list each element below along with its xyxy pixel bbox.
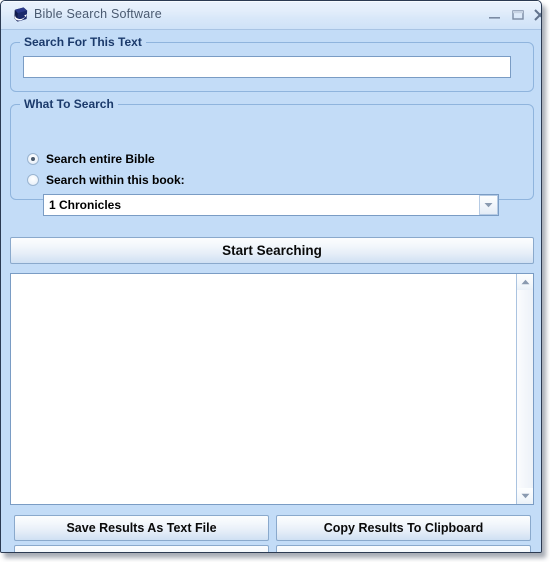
results-textarea[interactable] (11, 274, 516, 504)
window-title: Bible Search Software (34, 7, 162, 21)
search-text-legend: Search For This Text (20, 35, 146, 49)
copy-results-button[interactable]: Copy Results To Clipboard (276, 515, 531, 541)
client-area: Search For This Text What To Search Sear… (1, 30, 541, 552)
what-to-search-legend: What To Search (20, 97, 118, 111)
results-scrollbar[interactable] (516, 274, 533, 504)
radio-search-entire-bible-label: Search entire Bible (46, 152, 155, 166)
book-select-value: 1 Chronicles (49, 198, 122, 212)
results-panel (10, 273, 534, 505)
radio-button-selected-icon (27, 153, 39, 165)
close-icon[interactable] (531, 6, 541, 24)
chevron-down-icon[interactable] (479, 195, 498, 215)
book-select[interactable]: 1 Chronicles (43, 194, 499, 216)
clear-search-label: Clear Search (103, 551, 179, 552)
save-results-label: Save Results As Text File (66, 521, 217, 535)
radio-search-entire-bible[interactable]: Search entire Bible (27, 151, 155, 167)
radio-button-unselected-icon (27, 174, 39, 186)
radio-search-within-book[interactable]: Search within this book: (27, 172, 185, 188)
help-label: Help (390, 551, 417, 552)
minimize-icon[interactable] (486, 6, 504, 24)
application-window: Bible Search Software Search For This Te… (0, 0, 542, 553)
scrollbar-track[interactable] (517, 290, 533, 488)
save-results-button[interactable]: Save Results As Text File (14, 515, 269, 541)
scroll-down-arrow-icon[interactable] (517, 488, 533, 504)
scroll-up-arrow-icon[interactable] (517, 274, 533, 290)
bible-book-icon (12, 6, 30, 24)
copy-results-label: Copy Results To Clipboard (323, 521, 484, 535)
title-bar[interactable]: Bible Search Software (1, 1, 541, 30)
maximize-icon[interactable] (509, 6, 527, 24)
search-input[interactable] (23, 56, 511, 78)
start-searching-label: Start Searching (222, 243, 322, 258)
radio-search-within-book-label: Search within this book: (46, 173, 185, 187)
clear-search-button[interactable]: Clear Search (14, 545, 269, 552)
start-searching-button[interactable]: Start Searching (10, 237, 534, 264)
help-button[interactable]: Help (276, 545, 531, 552)
